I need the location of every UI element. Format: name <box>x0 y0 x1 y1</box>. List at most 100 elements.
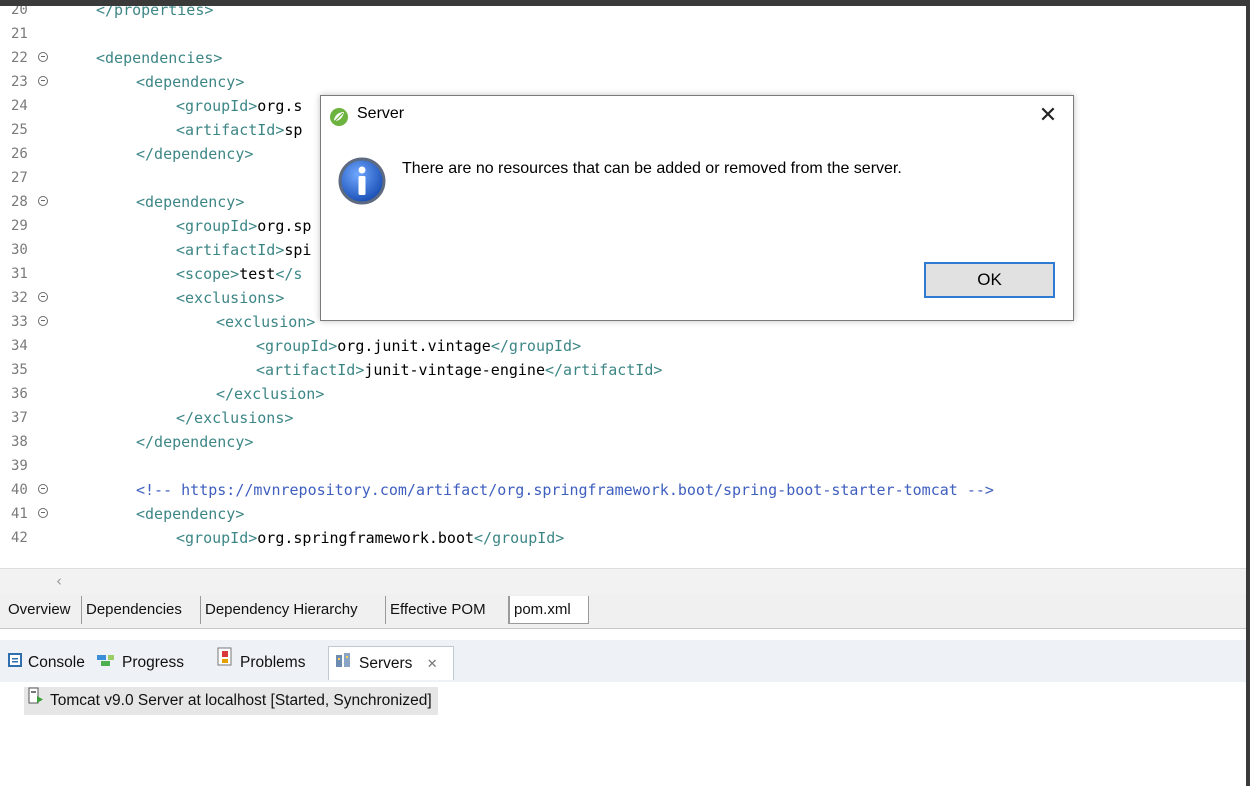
server-row-label: Tomcat v9.0 Server at localhost [Started… <box>50 692 432 710</box>
tab-problems[interactable]: Problems <box>210 646 311 680</box>
code-line[interactable]: 40 <!-- https://mvnrepository.com/artifac… <box>0 478 1246 502</box>
line-number: 37 <box>11 410 28 426</box>
views-tab-bar: Console Progress Problems Servers ✕ <box>0 640 1246 682</box>
code-text: <artifactId>sp <box>176 118 302 142</box>
code-text: <groupId>org.junit.vintage</groupId> <box>256 334 581 358</box>
scroll-left-icon[interactable]: ‹ <box>56 572 62 590</box>
code-line[interactable]: 42 <groupId>org.springframework.boot</gro… <box>0 526 1246 550</box>
xml-tag: </dependency> <box>136 433 254 451</box>
code-text: <dependency> <box>136 190 244 214</box>
xml-tag: <groupId> <box>176 97 258 115</box>
code-text: <groupId>org.sp <box>176 214 311 238</box>
xml-tag: <dependencies> <box>96 49 223 67</box>
xml-tag: </groupId> <box>490 337 582 355</box>
fold-toggle-icon[interactable] <box>38 508 48 518</box>
line-number: 30 <box>11 242 28 258</box>
xml-tag: <groupId> <box>256 337 338 355</box>
code-line[interactable]: 34 <groupId>org.junit.vintage</groupId> <box>0 334 1246 358</box>
code-line[interactable]: 37 </exclusions> <box>0 406 1246 430</box>
servers-icon <box>335 647 353 681</box>
fold-toggle-icon[interactable] <box>38 196 48 206</box>
tab-overview[interactable]: Overview <box>4 596 82 624</box>
xml-tag: <scope> <box>176 265 240 283</box>
xml-tag: <artifactId> <box>176 121 285 139</box>
fold-toggle-icon[interactable] <box>38 292 48 302</box>
line-number: 26 <box>11 146 28 162</box>
code-text: <dependency> <box>136 70 244 94</box>
xml-tag: <dependency> <box>136 193 245 211</box>
code-text: <groupId>org.s <box>176 94 302 118</box>
code-text: </exclusion> <box>216 382 324 406</box>
close-servers-tab-icon[interactable]: ✕ <box>427 647 438 681</box>
fold-toggle-icon[interactable] <box>38 52 48 62</box>
dialog-close-button[interactable]: ✕ <box>1033 101 1063 131</box>
ide-window: 20 </properties> 21 22 <dependencies> 23 <depe… <box>0 0 1250 786</box>
progress-icon <box>96 646 116 680</box>
code-line[interactable]: 38 </dependency> <box>0 430 1246 454</box>
code-text: <exclusion> <box>216 310 315 334</box>
xml-tag: <artifactId> <box>176 241 285 259</box>
code-text: <groupId>org.springframework.boot</group… <box>176 526 564 550</box>
xml-tag: </exclusions> <box>176 409 294 427</box>
problems-icon <box>216 646 234 680</box>
tab-pom-xml[interactable]: pom.xml <box>509 596 589 624</box>
server-row-tomcat[interactable]: Tomcat v9.0 Server at localhost [Started… <box>24 687 438 715</box>
line-number: 36 <box>11 386 28 402</box>
fold-toggle-icon[interactable] <box>38 316 48 326</box>
server-started-icon <box>28 687 44 715</box>
line-number: 31 <box>11 266 28 282</box>
xml-text: junit-vintage-engine <box>364 361 545 379</box>
tab-console[interactable]: Console <box>2 646 91 680</box>
tab-effective-pom[interactable]: Effective POM <box>386 596 509 624</box>
code-line[interactable]: 35 <artifactId>junit-vintage-engine</arti… <box>0 358 1246 382</box>
dialog-title-bar: Server ✕ <box>321 96 1073 136</box>
line-number: 27 <box>11 170 28 186</box>
line-number: 25 <box>11 122 28 138</box>
tab-console-label: Console <box>28 654 85 672</box>
xml-text: spi <box>284 241 312 259</box>
dialog-message: There are no resources that can be added… <box>402 160 902 177</box>
editor-tab-bar: Overview Dependencies Dependency Hierarc… <box>0 594 1246 629</box>
xml-tag: <artifactId> <box>256 361 365 379</box>
tab-progress[interactable]: Progress <box>90 646 190 680</box>
code-line[interactable]: 41 <dependency> <box>0 502 1246 526</box>
code-line[interactable]: 39 <box>0 454 1246 478</box>
line-number: 39 <box>11 458 28 474</box>
horizontal-scrollbar[interactable]: ‹ <box>0 568 1246 595</box>
code-comment: <!-- https://mvnrepository.com/artifact/… <box>136 481 994 499</box>
code-line[interactable]: 21 <box>0 22 1246 46</box>
xml-text: org.junit.vintage <box>337 337 491 355</box>
code-line[interactable]: 36 </exclusion> <box>0 382 1246 406</box>
code-text: <artifactId>spi <box>176 238 311 262</box>
tab-servers[interactable]: Servers ✕ <box>328 646 454 680</box>
fold-toggle-icon[interactable] <box>38 76 48 86</box>
xml-text: org.sp <box>257 217 312 235</box>
xml-text: sp <box>284 121 303 139</box>
line-number: 35 <box>11 362 28 378</box>
tab-servers-label: Servers <box>359 655 413 673</box>
xml-tag: <dependency> <box>136 73 245 91</box>
xml-tag: </exclusion> <box>216 385 325 403</box>
tab-progress-label: Progress <box>122 654 185 672</box>
code-line[interactable]: 23 <dependency> <box>0 70 1246 94</box>
code-text: <dependencies> <box>96 46 222 70</box>
tab-dependencies[interactable]: Dependencies <box>82 596 201 624</box>
line-number: 21 <box>11 26 28 42</box>
xml-text: org.s <box>257 97 303 115</box>
window-edge-top <box>0 0 1250 6</box>
line-number: 24 <box>11 98 28 114</box>
xml-tag: </groupId> <box>474 529 565 547</box>
tab-dependency-hierarchy[interactable]: Dependency Hierarchy <box>201 596 386 624</box>
code-text: <!-- https://mvnrepository.com/artifact/… <box>136 478 994 502</box>
xml-tag: <groupId> <box>176 217 258 235</box>
code-text: <exclusions> <box>176 286 284 310</box>
code-text: <artifactId>junit-vintage-engine</artifa… <box>256 358 662 382</box>
xml-tag: </dependency> <box>136 145 254 163</box>
xml-tag: <groupId> <box>176 529 258 547</box>
line-number: 29 <box>11 218 28 234</box>
code-line[interactable]: 22 <dependencies> <box>0 46 1246 70</box>
fold-toggle-icon[interactable] <box>38 484 48 494</box>
ok-button[interactable]: OK <box>924 262 1055 298</box>
line-number: 38 <box>11 434 28 450</box>
xml-tag: </s <box>275 265 303 283</box>
